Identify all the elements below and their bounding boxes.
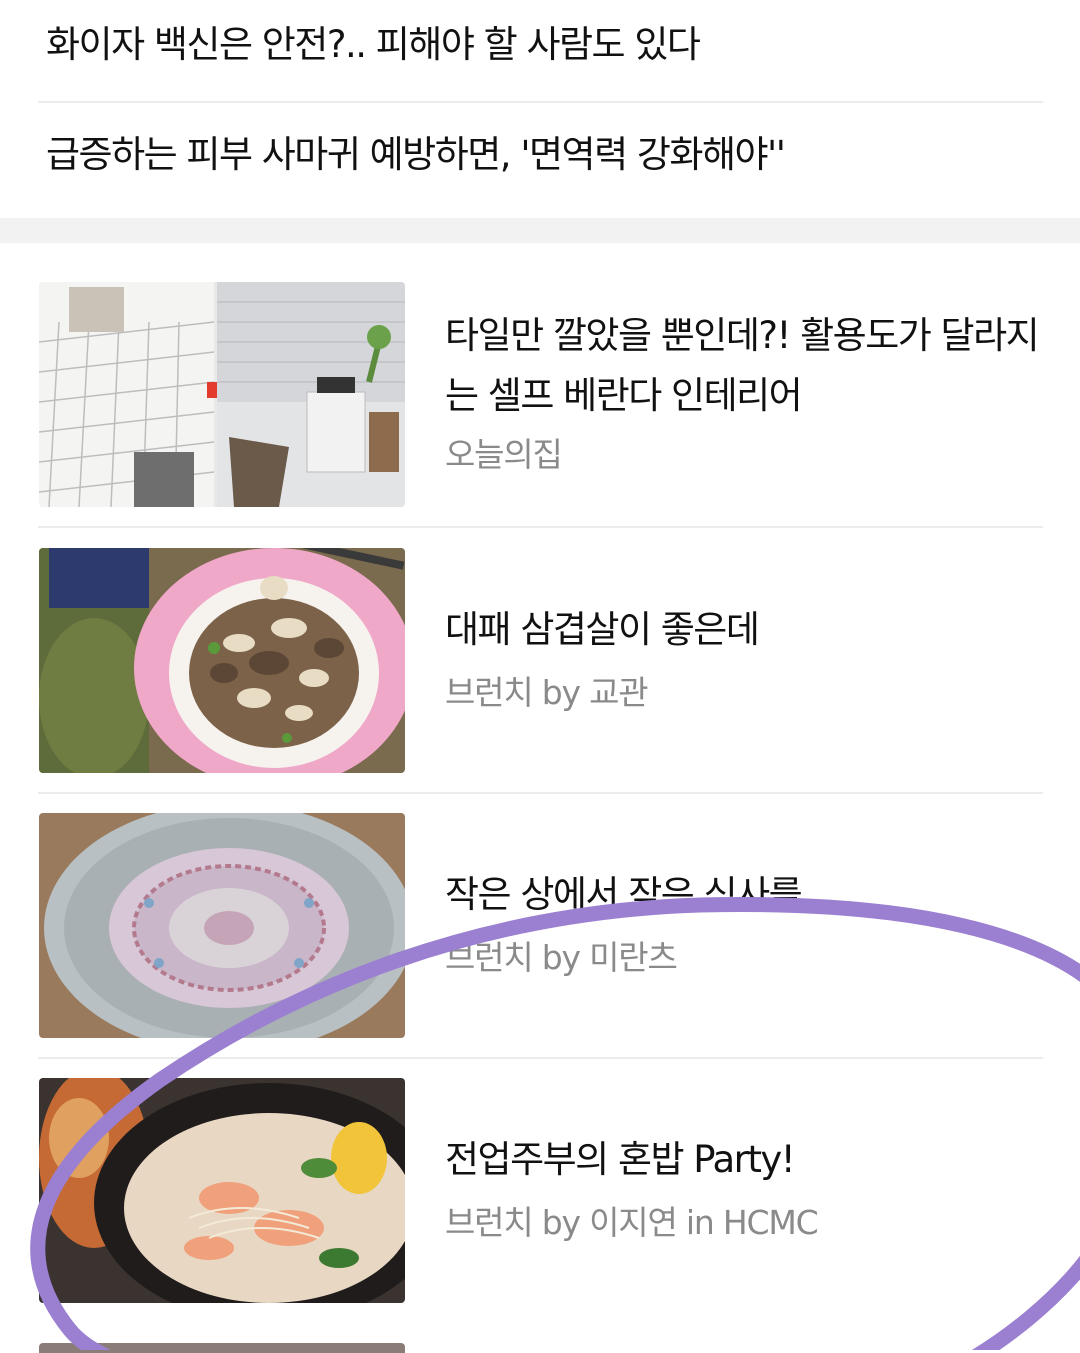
- article-card[interactable]: 타일만 깔았을 뿐인데?! 활용도가 달라지는 셀프 베란다 인테리어 오늘의집: [0, 282, 1080, 547]
- article-title[interactable]: 타일만 깔았을 뿐인데?! 활용도가 달라지는 셀프 베란다 인테리어: [445, 306, 1045, 426]
- divider: [38, 1057, 1043, 1059]
- section-separator: [0, 218, 1080, 243]
- article-title[interactable]: 대패 삼겹살이 좋은데: [445, 600, 1045, 660]
- next-article-thumbnail-edge: [39, 1343, 405, 1353]
- headline-link[interactable]: 화이자 백신은 안전?.. 피해야 할 사람도 있다: [46, 26, 701, 63]
- article-card[interactable]: 작은 상에서 작은 식사를 브런치 by 미란츠: [0, 813, 1080, 1078]
- article-source: 브런치 by 미란츠: [445, 938, 678, 977]
- article-thumbnail-balcony[interactable]: [39, 282, 405, 507]
- article-source: 브런치 by 교관: [445, 673, 649, 712]
- headline-link[interactable]: 급증하는 피부 사마귀 예방하면, '면역력 강화해야'': [46, 136, 786, 173]
- article-source: 브런치 by 이지연 in HCMC: [445, 1203, 819, 1242]
- divider: [38, 101, 1043, 103]
- article-thumbnail-tray[interactable]: [39, 813, 405, 1038]
- divider: [38, 526, 1043, 528]
- divider: [38, 792, 1043, 794]
- article-title[interactable]: 작은 상에서 작은 식사를: [445, 865, 1045, 925]
- article-title[interactable]: 전업주부의 혼밥 Party!: [445, 1130, 1045, 1190]
- article-card[interactable]: 전업주부의 혼밥 Party! 브런치 by 이지연 in HCMC: [0, 1078, 1080, 1343]
- article-thumbnail-pork[interactable]: [39, 548, 405, 773]
- article-card[interactable]: 대패 삼겹살이 좋은데 브런치 by 교관: [0, 548, 1080, 813]
- article-thumbnail-noodle-soup[interactable]: [39, 1078, 405, 1303]
- article-source: 오늘의집: [445, 435, 563, 474]
- top-headline-list: 화이자 백신은 안전?.. 피해야 할 사람도 있다 급증하는 피부 사마귀 예…: [0, 0, 1080, 218]
